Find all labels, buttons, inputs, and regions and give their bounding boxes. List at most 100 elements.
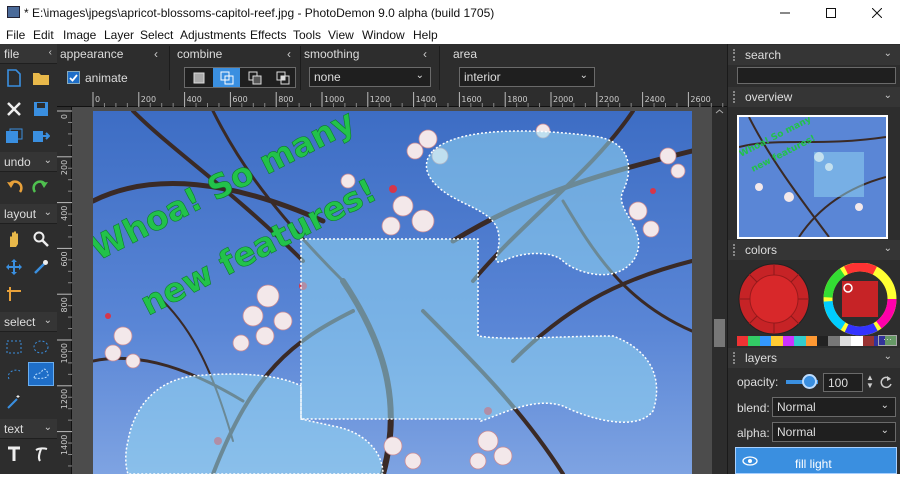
ruler-label: 1400 bbox=[60, 435, 69, 455]
text-tool[interactable] bbox=[1, 442, 27, 466]
magic-wand-tool[interactable] bbox=[1, 390, 27, 414]
color-picker-tool[interactable] bbox=[28, 255, 54, 279]
combine-subtract-button[interactable] bbox=[241, 68, 268, 87]
checkmark-icon bbox=[69, 74, 78, 82]
new-file-icon bbox=[7, 69, 21, 87]
lasso-select-tool[interactable] bbox=[1, 362, 27, 386]
section-text[interactable]: text ⌄ bbox=[0, 419, 57, 439]
chevron-down-icon: ⌄ bbox=[883, 351, 892, 362]
folder-open-icon bbox=[33, 73, 49, 85]
opacity-spinner[interactable]: ▲ ▼ bbox=[866, 374, 876, 391]
ruler-label: 2400 bbox=[645, 95, 665, 104]
overview-label: overview bbox=[745, 90, 793, 104]
collapse-appearance-icon[interactable]: ‹ bbox=[154, 47, 158, 61]
combine-intersect-button[interactable] bbox=[269, 68, 296, 87]
overview-panel-header[interactable]: overview ⌄ bbox=[728, 87, 900, 107]
alpha-mode-dropdown[interactable]: Normal ⌄ bbox=[772, 422, 896, 442]
combine-label: combine bbox=[177, 47, 223, 61]
alpha-label: alpha: bbox=[737, 426, 770, 440]
app-icon bbox=[7, 6, 20, 18]
opacity-slider-knob[interactable] bbox=[802, 374, 817, 389]
combine-add-button[interactable] bbox=[213, 68, 240, 87]
search-input[interactable] bbox=[737, 67, 896, 84]
section-file[interactable]: file ‹ bbox=[0, 44, 57, 64]
maximize-button[interactable] bbox=[808, 0, 854, 25]
rect-select-tool[interactable] bbox=[1, 335, 27, 359]
ruler-ticks: 0 200 400 600 800 1000 1200 1400 bbox=[57, 110, 72, 467]
section-select[interactable]: select ⌄ bbox=[0, 312, 57, 332]
ruler-label: 2200 bbox=[599, 95, 619, 104]
layers-panel-header[interactable]: layers ⌄ bbox=[728, 348, 900, 368]
search-panel-header[interactable]: search ⌄ bbox=[728, 45, 900, 65]
menu-help[interactable]: Help bbox=[413, 28, 438, 42]
close-button[interactable] bbox=[854, 0, 900, 25]
ruler-label: 400 bbox=[60, 206, 69, 221]
animate-checkbox[interactable] bbox=[67, 71, 80, 84]
chevron-down-icon: ⌄ bbox=[43, 155, 52, 166]
separator bbox=[439, 46, 440, 90]
smoothing-dropdown[interactable]: none ⌄ bbox=[309, 67, 431, 87]
combine-replace-button[interactable] bbox=[185, 68, 213, 87]
photo-canvas[interactable]: Whoa! So many new features! bbox=[93, 111, 692, 474]
layers-label: layers bbox=[745, 351, 778, 365]
menu-select[interactable]: Select bbox=[140, 28, 173, 42]
zoom-tool[interactable] bbox=[28, 227, 54, 251]
hand-tool[interactable] bbox=[1, 227, 27, 251]
opacity-value-input[interactable]: 100 bbox=[823, 373, 863, 392]
menu-effects[interactable]: Effects bbox=[250, 28, 286, 42]
menu-view[interactable]: View bbox=[328, 28, 354, 42]
move-tool[interactable] bbox=[1, 255, 27, 279]
vertical-scrollbar[interactable] bbox=[712, 107, 727, 474]
close-image-button[interactable] bbox=[1, 97, 27, 121]
alpha-mode-value: Normal bbox=[777, 425, 816, 439]
section-undo[interactable]: undo ⌄ bbox=[0, 152, 57, 172]
overview-thumbnail[interactable]: Whoa! So many new features! bbox=[737, 115, 888, 239]
collapse-combine-icon[interactable]: ‹ bbox=[287, 47, 291, 61]
ruler-label: 0 bbox=[95, 95, 100, 104]
colors-panel-header[interactable]: colors ⌄ bbox=[728, 240, 900, 260]
redo-button[interactable] bbox=[28, 175, 54, 199]
ellipse-select-tool[interactable] bbox=[28, 335, 54, 359]
measure-tool[interactable] bbox=[1, 282, 27, 306]
menu-tools[interactable]: Tools bbox=[293, 28, 321, 42]
tool-options-bar: appearance ‹ animate combine ‹ smoothing… bbox=[57, 44, 727, 92]
more-colors-button[interactable]: ··· bbox=[878, 335, 897, 346]
move-arrows-icon bbox=[6, 259, 22, 275]
chevron-down-icon: ⌄ bbox=[883, 243, 892, 254]
save-copy-button[interactable] bbox=[1, 124, 27, 148]
collapse-smoothing-icon[interactable]: ‹ bbox=[423, 47, 427, 61]
save-button[interactable] bbox=[28, 97, 54, 121]
reset-icon[interactable] bbox=[879, 375, 893, 389]
menu-edit[interactable]: Edit bbox=[33, 28, 54, 42]
section-select-label: select bbox=[4, 315, 36, 329]
export-button[interactable] bbox=[28, 124, 54, 148]
polygon-lasso-tool-active[interactable] bbox=[28, 362, 54, 386]
ruler-label: 1400 bbox=[416, 95, 436, 104]
horizontal-ruler: 0 200 400 600 800 1000 1200 1400 1600 1800 2000 220… bbox=[57, 92, 727, 107]
menu-window[interactable]: Window bbox=[362, 28, 405, 42]
color-swatch-strip[interactable] bbox=[737, 336, 897, 346]
new-image-button[interactable] bbox=[1, 66, 27, 90]
text-t-icon bbox=[8, 446, 20, 461]
blend-mode-dropdown[interactable]: Normal ⌄ bbox=[772, 397, 896, 417]
layer-row-fill-light[interactable]: fill light bbox=[735, 447, 897, 474]
opacity-label: opacity: bbox=[737, 375, 779, 389]
eye-visible-icon[interactable] bbox=[742, 456, 758, 466]
undo-button[interactable] bbox=[1, 175, 27, 199]
menu-bar: File Edit Image Layer Select Adjustments… bbox=[0, 25, 900, 44]
open-image-button[interactable] bbox=[28, 66, 54, 90]
area-dropdown[interactable]: interior ⌄ bbox=[459, 67, 595, 87]
lasso-icon bbox=[7, 369, 21, 380]
animate-label: animate bbox=[85, 71, 128, 85]
menu-file[interactable]: File bbox=[6, 28, 25, 42]
color-selectors[interactable] bbox=[737, 263, 897, 338]
menu-image[interactable]: Image bbox=[63, 28, 96, 42]
typography-tool[interactable] bbox=[28, 442, 54, 466]
menu-adjustments[interactable]: Adjustments bbox=[180, 28, 246, 42]
section-layout[interactable]: layout ⌄ bbox=[0, 204, 57, 224]
chevron-down-icon: ⌄ bbox=[883, 48, 892, 59]
magic-wand-icon bbox=[7, 395, 20, 409]
minimize-button[interactable] bbox=[762, 0, 808, 25]
menu-layer[interactable]: Layer bbox=[104, 28, 134, 42]
grip-icon bbox=[733, 352, 737, 364]
